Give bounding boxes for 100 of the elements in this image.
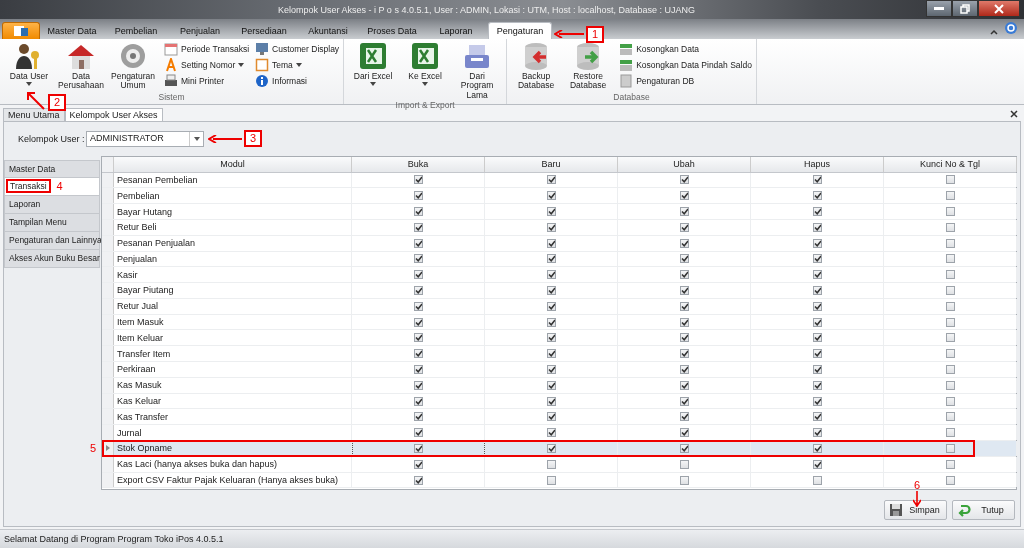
checkbox[interactable] [546, 412, 556, 422]
checkbox[interactable] [546, 286, 556, 295]
checkbox[interactable] [546, 475, 556, 485]
checkbox[interactable] [413, 364, 423, 374]
checkbox[interactable] [546, 270, 556, 280]
ribbon-tab[interactable]: Akuntansi [296, 22, 360, 39]
checkbox[interactable] [413, 222, 423, 232]
checkbox[interactable] [812, 349, 822, 359]
ribbon-menu-item[interactable]: Tema [255, 56, 340, 73]
user-group-dropdown[interactable]: ADMINISTRATOR [86, 130, 204, 147]
checkbox[interactable] [679, 428, 689, 438]
checkbox[interactable] [546, 175, 556, 185]
ribbon-menu-item[interactable]: Informasi [255, 72, 340, 89]
ribbon-tab[interactable]: Persediaan [232, 22, 296, 39]
ribbon-menu-item[interactable]: Setting Nomor [164, 56, 250, 73]
checkbox[interactable] [812, 207, 822, 216]
close-button[interactable] [978, 0, 1020, 17]
checkbox[interactable] [679, 475, 689, 485]
checkbox[interactable] [679, 349, 689, 359]
minimize-button[interactable] [926, 0, 952, 17]
checkbox[interactable] [679, 412, 689, 422]
ribbon-menu-item[interactable]: Pengaturan DB [619, 72, 752, 89]
checkbox[interactable] [546, 333, 556, 343]
ribbon-button[interactable]: Ke Excel [400, 40, 451, 100]
ribbon-menu-item[interactable]: Kosongkan Data Pindah Saldo [619, 56, 752, 73]
checkbox[interactable] [546, 317, 556, 327]
checkbox[interactable] [812, 412, 822, 422]
checkbox[interactable] [945, 443, 955, 453]
checkbox[interactable] [679, 380, 689, 390]
checkbox[interactable] [945, 475, 955, 485]
checkbox[interactable] [945, 317, 955, 327]
checkbox[interactable] [679, 364, 689, 374]
checkbox[interactable] [546, 191, 556, 201]
checkbox[interactable] [812, 475, 822, 485]
checkbox[interactable] [679, 191, 689, 201]
checkbox[interactable] [413, 254, 423, 264]
checkbox[interactable] [945, 333, 955, 343]
checkbox[interactable] [812, 254, 822, 264]
checkbox[interactable] [945, 380, 955, 390]
checkbox[interactable] [413, 207, 423, 216]
checkbox[interactable] [679, 254, 689, 264]
ribbon-button[interactable]: Data Perusahaan [56, 40, 106, 92]
checkbox[interactable] [945, 175, 955, 185]
checkbox[interactable] [945, 364, 955, 374]
checkbox[interactable] [413, 412, 423, 422]
ribbon-button[interactable]: Backup Database [511, 40, 562, 92]
ribbon-button[interactable]: Dari Excel [348, 40, 399, 100]
ribbon-button[interactable]: Pengaturan Umum [108, 40, 158, 92]
checkbox[interactable] [413, 191, 423, 201]
checkbox[interactable] [812, 222, 822, 232]
ribbon-tab[interactable]: Master Data [40, 22, 104, 39]
checkbox[interactable] [413, 175, 423, 185]
checkbox[interactable] [812, 380, 822, 390]
close-button[interactable]: Tutup [952, 499, 1015, 520]
checkbox[interactable] [679, 317, 689, 327]
checkbox[interactable] [546, 380, 556, 390]
maximize-button[interactable] [952, 0, 978, 17]
checkbox[interactable] [945, 286, 955, 295]
ribbon-menu-item[interactable]: Customer Display [255, 40, 340, 57]
checkbox[interactable] [413, 428, 423, 438]
checkbox[interactable] [679, 238, 689, 248]
checkbox[interactable] [413, 396, 423, 406]
checkbox[interactable] [812, 443, 822, 453]
checkbox[interactable] [546, 459, 556, 469]
checkbox[interactable] [546, 254, 556, 264]
checkbox[interactable] [945, 238, 955, 248]
checkbox[interactable] [546, 301, 556, 311]
checkbox[interactable] [945, 254, 955, 264]
close-icon[interactable] [1010, 109, 1018, 118]
checkbox[interactable] [812, 333, 822, 343]
checkbox[interactable] [679, 459, 689, 469]
checkbox[interactable] [413, 317, 423, 327]
checkbox[interactable] [812, 459, 822, 469]
checkbox[interactable] [812, 301, 822, 311]
checkbox[interactable] [812, 191, 822, 201]
checkbox[interactable] [679, 222, 689, 232]
checkbox[interactable] [679, 175, 689, 185]
section-tab[interactable]: Master Data [4, 159, 100, 178]
checkbox[interactable] [945, 459, 955, 469]
checkbox[interactable] [413, 475, 423, 485]
checkbox[interactable] [945, 412, 955, 422]
checkbox[interactable] [679, 301, 689, 311]
checkbox[interactable] [945, 222, 955, 232]
ribbon-menu-item[interactable]: Periode Transaksi [164, 40, 250, 57]
checkbox[interactable] [546, 428, 556, 438]
checkbox[interactable] [812, 396, 822, 406]
checkbox[interactable] [546, 349, 556, 359]
checkbox[interactable] [413, 443, 423, 453]
checkbox[interactable] [812, 317, 822, 327]
checkbox[interactable] [945, 301, 955, 311]
checkbox[interactable] [413, 349, 423, 359]
checkbox[interactable] [413, 301, 423, 311]
checkbox[interactable] [812, 175, 822, 185]
checkbox[interactable] [679, 443, 689, 453]
checkbox[interactable] [679, 207, 689, 216]
ribbon-menu-item[interactable]: Mini Printer [164, 72, 250, 89]
checkbox[interactable] [679, 333, 689, 343]
row-header[interactable] [102, 425, 114, 441]
checkbox[interactable] [945, 207, 955, 216]
help-icon[interactable] [1004, 20, 1018, 35]
